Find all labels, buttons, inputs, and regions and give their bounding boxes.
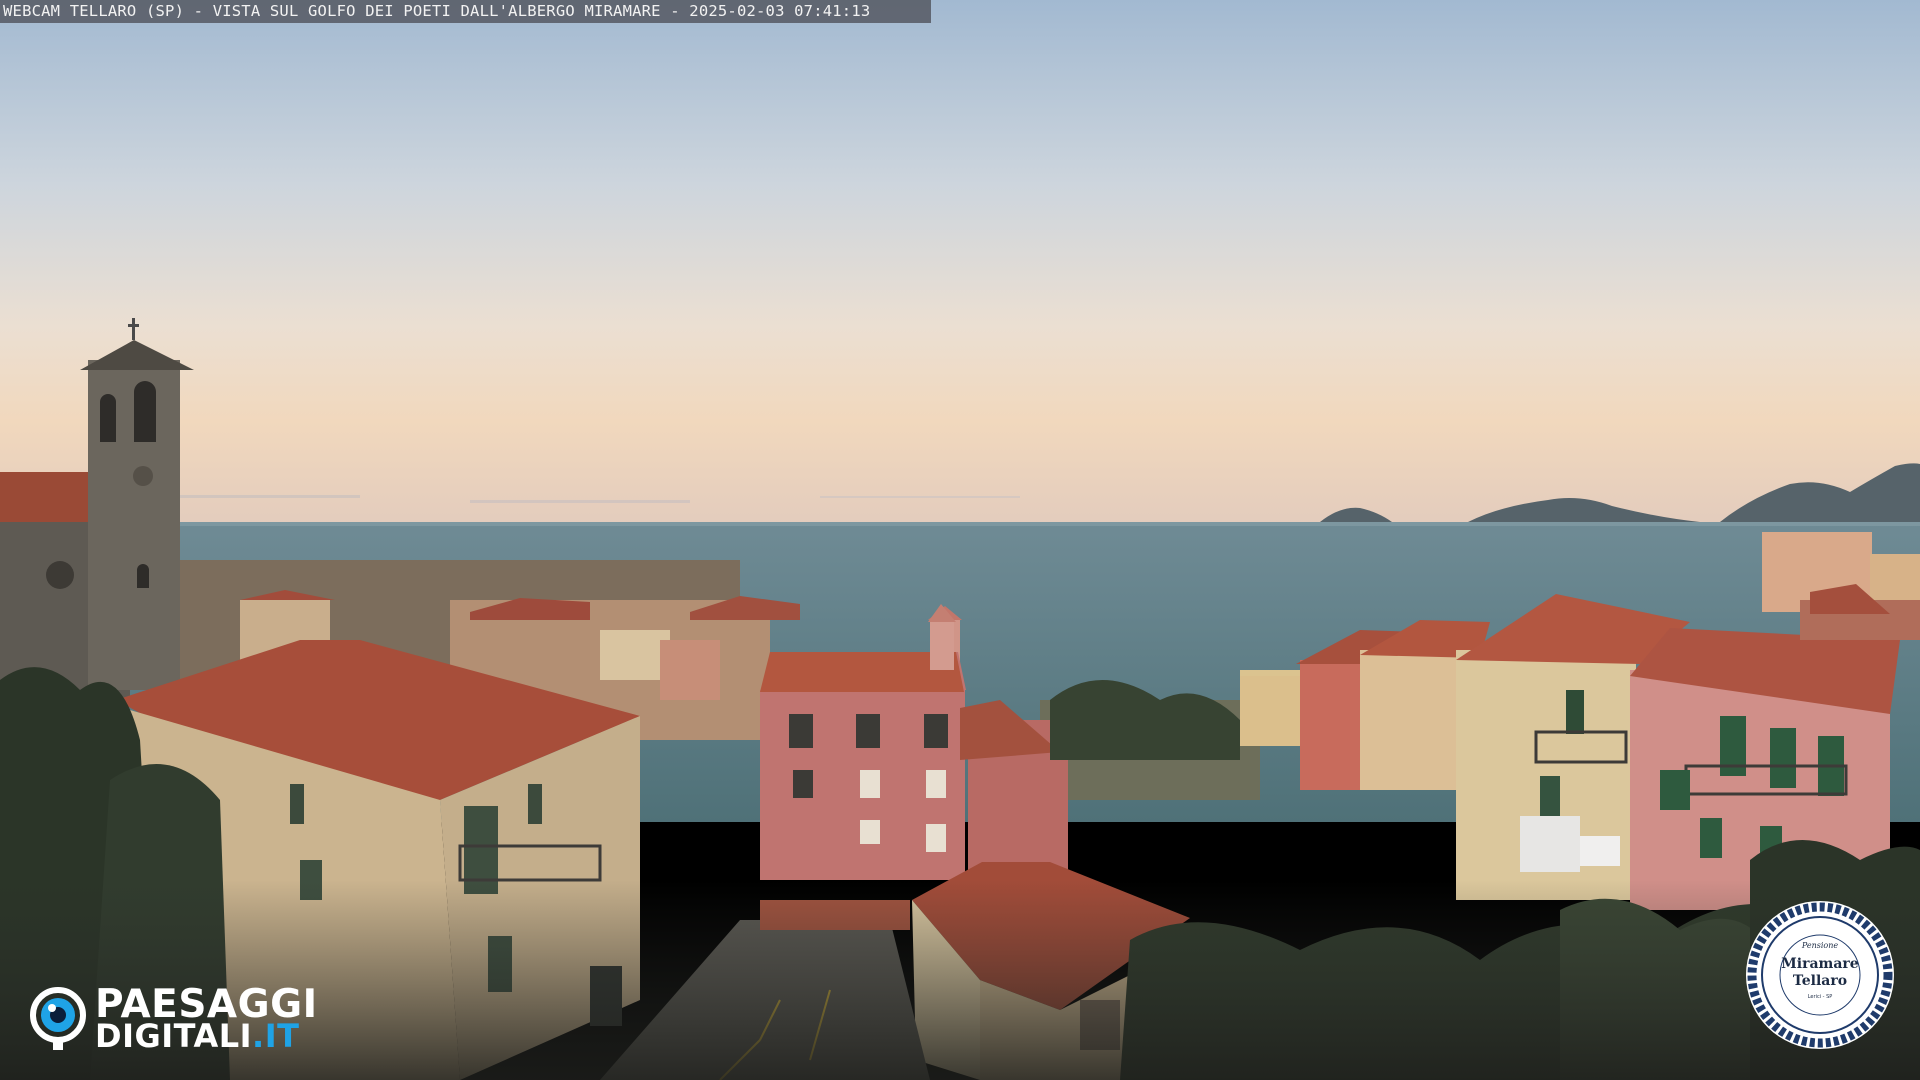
webcam-frame: WEBCAM TELLARO (SP) - VISTA SUL GOLFO DE… — [0, 0, 1920, 1080]
paesaggi-digitali-logo: PAESAGGI DIGITALI.IT — [29, 982, 339, 1055]
webcam-scene — [0, 0, 1920, 1080]
eye-icon — [30, 987, 86, 1050]
webcam-caption: WEBCAM TELLARO (SP) - VISTA SUL GOLFO DE… — [0, 0, 931, 23]
badge-tiny-text: Lerici - SP — [1807, 994, 1833, 1000]
sky — [0, 0, 1920, 526]
logo-line2-tld: .IT — [252, 1017, 300, 1055]
badge-small-text: Pensione — [1801, 941, 1839, 950]
badge-name-line2: Tellaro — [1792, 973, 1848, 989]
badge-name-line1: Miramare — [1781, 956, 1859, 972]
logo-line2-main: DIGITALI — [95, 1017, 253, 1055]
logo-line2: DIGITALI.IT — [95, 1017, 299, 1055]
hotel-badge: Pensione Miramare Tellaro Lerici - SP — [1745, 900, 1895, 1050]
